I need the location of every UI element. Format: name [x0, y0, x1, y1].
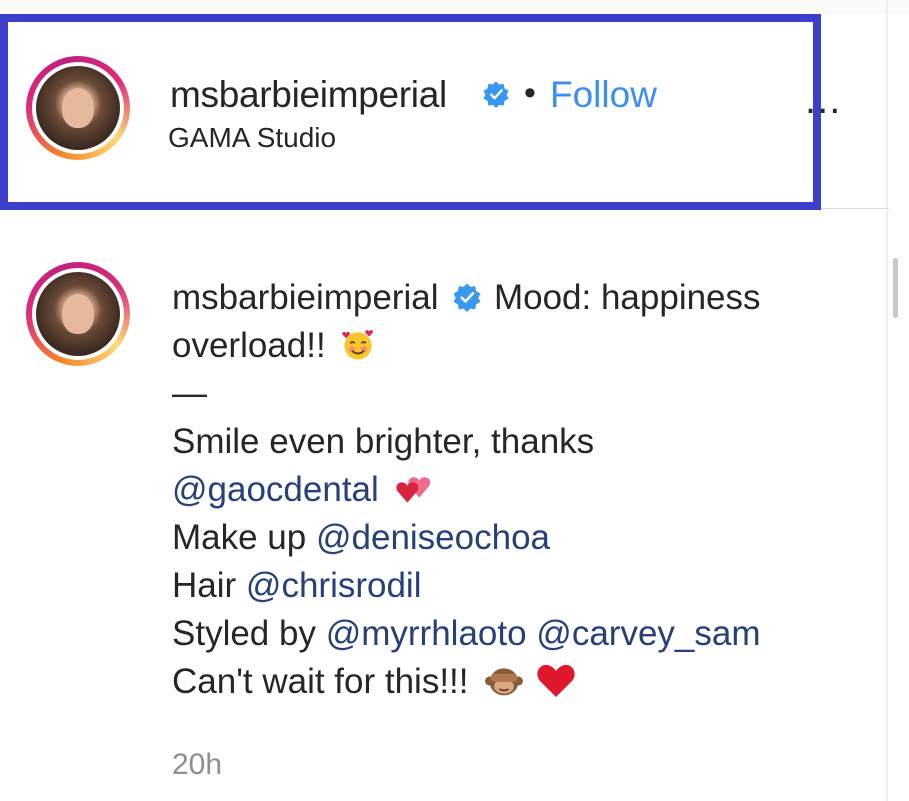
header-avatar[interactable]	[26, 56, 130, 160]
top-strip	[0, 0, 909, 14]
mention-chrisrodil[interactable]: @chrisrodil	[246, 566, 422, 605]
two-hearts-icon	[395, 477, 430, 503]
header-username[interactable]: msbarbieimperial	[170, 74, 447, 116]
mention-gaocdental[interactable]: @gaocdental	[172, 470, 379, 509]
red-heart-icon	[537, 664, 575, 697]
caption-avatar[interactable]	[26, 262, 130, 366]
panel-divider	[886, 0, 888, 801]
caption-smile-line: Smile even brighter, thanks	[172, 422, 595, 461]
header-divider	[821, 208, 889, 209]
caption-dash: —	[172, 374, 207, 413]
mention-myrrhlaoto[interactable]: @myrrhlaoto	[326, 614, 527, 653]
location-link[interactable]: GAMA Studio	[168, 122, 336, 154]
hair-label: Hair	[172, 566, 237, 605]
verified-badge-icon	[453, 283, 481, 312]
separator-dot: •	[524, 74, 536, 112]
follow-button[interactable]: Follow	[550, 74, 657, 116]
makeup-label: Make up	[172, 518, 307, 557]
caption-intro-1: Mood: happiness	[493, 278, 761, 317]
verified-badge-icon	[483, 81, 509, 108]
more-options-icon[interactable]: ...	[805, 80, 841, 120]
styled-by-label: Styled by	[172, 614, 316, 653]
post-timestamp[interactable]: 20h	[172, 748, 222, 782]
mention-deniseochoa[interactable]: @deniseochoa	[316, 518, 550, 557]
caption-text: msbarbieimperial Mood: happiness overloa…	[172, 274, 832, 706]
see-no-evil-monkey-icon	[485, 668, 524, 696]
caption-closing: Can't wait for this!!!	[172, 662, 469, 701]
scrollbar[interactable]	[893, 258, 898, 318]
caption-username[interactable]: msbarbieimperial	[172, 278, 438, 317]
caption-intro-2: overload!!	[172, 326, 326, 365]
smiling-face-with-hearts-icon	[342, 329, 374, 360]
mention-carvey-sam[interactable]: @carvey_sam	[536, 614, 760, 653]
